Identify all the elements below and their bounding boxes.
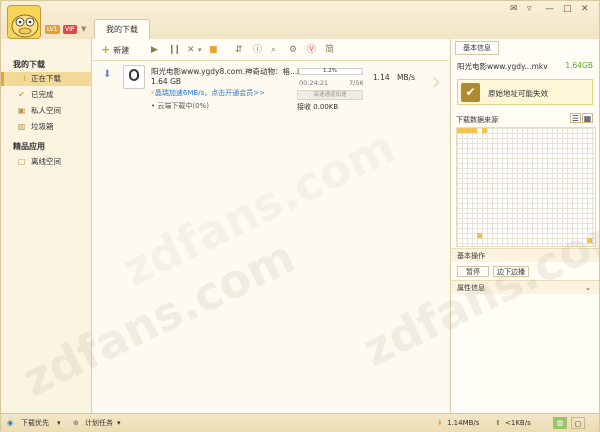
sidebar-item-downloading[interactable]: ⭳ 正在下载 <box>1 72 92 86</box>
avatar[interactable] <box>7 5 41 39</box>
vip-badge[interactable]: VIP <box>63 25 77 34</box>
detail-file-name: 阳光电影www.ygdy...mkv <box>457 62 548 71</box>
compact-view-icon[interactable]: ▥ <box>553 417 567 429</box>
download-speed: 1.14 <box>373 73 390 82</box>
elapsed-time: 00:24:21 <box>299 79 329 87</box>
up-speed-icon: ⬆ <box>495 419 501 427</box>
up-speed: <1KB/s <box>505 419 531 427</box>
trash-icon: ▥ <box>17 122 26 131</box>
tab-basic-info[interactable]: 基本信息 <box>455 41 499 55</box>
lock-icon: ▣ <box>17 106 26 115</box>
apps-title: 精品应用 <box>13 142 45 151</box>
chevron-right-icon[interactable]: › <box>431 67 441 97</box>
list-view-icon[interactable]: ☰ <box>570 113 581 123</box>
sidebar-item-private[interactable]: ▣ 私人空间 <box>1 104 92 118</box>
account-dropdown-icon[interactable]: ▼ <box>81 25 86 33</box>
props-title[interactable]: 属性信息 ⌄ <box>451 280 599 294</box>
close-icon[interactable]: ✕ <box>581 4 589 14</box>
dropdown-icon[interactable]: ▾ <box>57 417 61 429</box>
source-title: 下载数据来源 <box>456 116 498 124</box>
maximize-icon[interactable]: □ <box>563 4 572 14</box>
new-task-label: 新建 <box>113 46 130 55</box>
mini-view-icon[interactable]: ▢ <box>571 417 585 429</box>
simplified-icon[interactable]: 简 <box>325 43 334 57</box>
high-speed-button[interactable]: 高速通道加速 <box>297 90 363 100</box>
down-speed: 1.14MB/s <box>447 419 480 427</box>
grid-view-icon[interactable]: ▦ <box>582 113 593 123</box>
plus-icon: + <box>101 43 111 56</box>
info-icon[interactable]: ⓘ <box>253 43 262 57</box>
level-badge: LV1 <box>45 25 60 34</box>
task-name: 阳光电影www.ygdy8.com.神奇动物：格... <box>151 67 298 76</box>
delete-icon[interactable]: ✕ <box>187 43 195 57</box>
view-toggle[interactable]: ☰ ▦ <box>569 113 593 123</box>
download-manager-window: LV1 VIP ▼ 我的下载 ✉ ▿ — □ ✕ 我的下载 ⭳ 正在下载 ✔ 已… <box>0 0 600 432</box>
schedule-button[interactable]: 计划任务 <box>85 417 113 429</box>
pause-button[interactable]: 暂停 <box>457 266 489 277</box>
sidebar-item-label: 正在下载 <box>31 74 61 83</box>
basic-ops-title: 基本操作 <box>451 248 599 262</box>
checkmark-icon: ✔ <box>18 90 25 99</box>
cloud-status: • 云端下载中(0%) <box>151 101 209 111</box>
sidebar-item-completed[interactable]: ✔ 已完成 <box>1 88 92 102</box>
accelerate-link[interactable]: ⚡晶瑞加速6MB/s，点击开通会员>> <box>150 88 265 98</box>
play-icon[interactable]: ▶ <box>151 43 158 57</box>
dropdown-icon[interactable]: ▾ <box>198 43 202 57</box>
cloud-status-text: 云端下载中(0%) <box>157 102 209 110</box>
play-while-download-button[interactable]: 边下边播 <box>493 266 529 277</box>
source-grid <box>456 127 596 247</box>
block <box>587 238 592 243</box>
menu-icon[interactable]: ▿ <box>527 4 532 14</box>
list-item[interactable]: ⬇ 阳光电影www.ygdy8.com.神奇动物：格... 1.64 GB ⚡晶… <box>93 61 441 115</box>
toolbar: + 新建 ▶ ❙❙ ✕ ▾ ■ ⇵ ⓘ ⌕ ⚙ Ⓥ 简 <box>93 39 449 61</box>
sidebar-item-label: 私人空间 <box>31 106 61 115</box>
new-task-button[interactable]: + 新建 <box>101 43 129 57</box>
detail-file-size: 1.64GB <box>565 61 593 70</box>
sort-icon[interactable]: ⇵ <box>235 43 243 57</box>
downloading-arrow-icon: ⬇ <box>103 69 112 80</box>
priority-icon: ◉ <box>7 419 14 427</box>
block <box>472 128 477 133</box>
block <box>482 128 487 133</box>
sidebar-title: 我的下载 <box>13 60 45 69</box>
file-type-icon <box>123 65 145 89</box>
dropdown-icon[interactable]: ▾ <box>117 417 121 429</box>
props-title-text: 属性信息 <box>457 284 485 292</box>
minimize-icon[interactable]: — <box>545 4 554 14</box>
sidebar-item-label: 已完成 <box>31 90 54 99</box>
search-icon[interactable]: ⌕ <box>271 43 276 57</box>
task-size: 1.64 GB <box>151 77 182 86</box>
chevron-down-icon: ⌄ <box>585 284 591 292</box>
vip-icon[interactable]: Ⓥ <box>307 43 316 57</box>
sidebar-item-label: 垃圾箱 <box>31 122 54 131</box>
settings-icon[interactable]: ⚙ <box>289 43 297 57</box>
down-speed-icon: ⬇ <box>437 419 443 427</box>
piece-count: 7/56 <box>349 79 364 87</box>
sidebar-item-trash[interactable]: ▥ 垃圾箱 <box>1 120 92 134</box>
download-speed-unit: MB/s <box>397 73 416 82</box>
schedule-icon: ⊕ <box>73 419 79 427</box>
tab-my-downloads[interactable]: 我的下载 <box>94 19 150 39</box>
cloud-space-icon: □ <box>17 157 26 166</box>
progress-bar: 1.2% <box>297 68 363 75</box>
detail-panel: 基本信息 阳光电影www.ygdy...mkv 1.64GB ✔ 原始地址可能失… <box>450 39 599 413</box>
folder-icon[interactable]: ■ <box>209 43 218 57</box>
sidebar: 我的下载 ⭳ 正在下载 ✔ 已完成 ▣ 私人空间 ▥ 垃圾箱 精品应用 □ 离线… <box>1 39 92 413</box>
notice-text: 原始地址可能失效 <box>488 89 548 98</box>
priority-button[interactable]: 下载优先 <box>21 417 49 429</box>
message-icon[interactable]: ✉ <box>510 4 518 14</box>
sidebar-item-label: 离线空间 <box>31 157 61 166</box>
pause-icon[interactable]: ❙❙ <box>168 43 181 57</box>
source-notice[interactable]: ✔ 原始地址可能失效 <box>457 79 593 105</box>
block <box>477 233 482 238</box>
download-list: ⬇ 阳光电影www.ygdy8.com.神奇动物：格... 1.64 GB ⚡晶… <box>93 61 449 413</box>
status-bar: ◉ 下载优先 ▾ ⊕ 计划任务 ▾ ⬇ 1.14MB/s ⬆ <1KB/s ▥ … <box>1 413 599 432</box>
progress-text: 1.2% <box>323 68 337 74</box>
check-icon: ✔ <box>461 83 480 102</box>
title-bar: LV1 VIP ▼ 我的下载 ✉ ▿ — □ ✕ <box>1 1 599 39</box>
download-icon: ⭳ <box>23 74 26 83</box>
sidebar-item-offline[interactable]: □ 离线空间 <box>1 155 92 169</box>
received-bytes: 接收 0.00KB <box>297 103 339 111</box>
accelerate-link-text: 晶瑞加速6MB/s，点击开通会员>> <box>154 89 265 97</box>
